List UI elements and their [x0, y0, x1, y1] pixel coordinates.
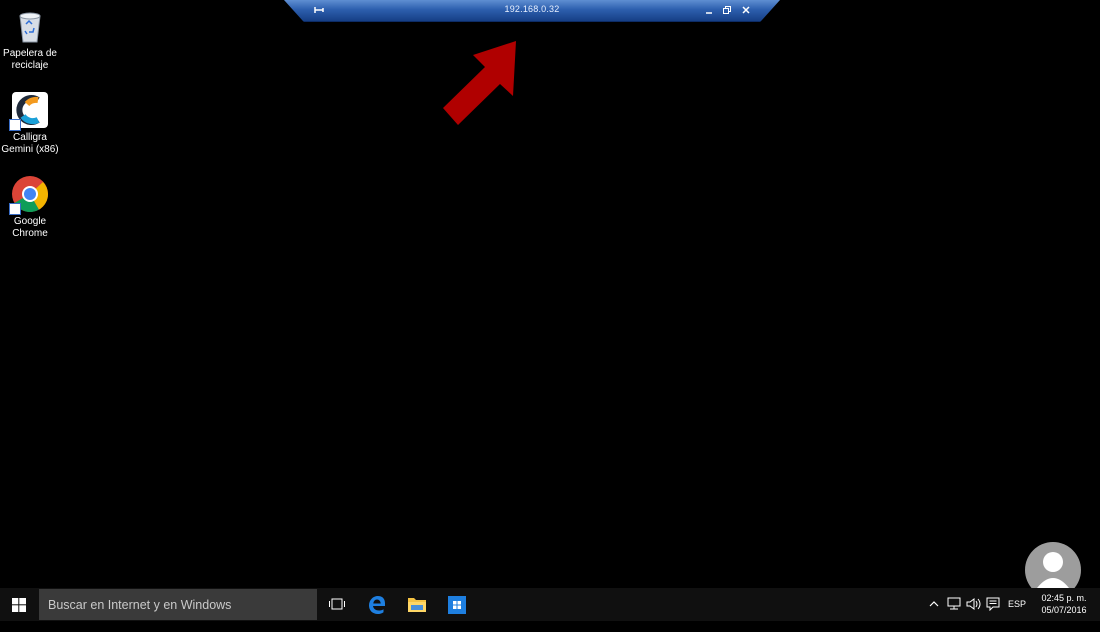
taskbar: Buscar en Internet y en Windows ESP 02:4…: [0, 588, 1100, 621]
desktop-icon-google-chrome[interactable]: Google Chrome: [0, 174, 60, 240]
recycle-bin-icon: [10, 6, 50, 46]
start-button[interactable]: [0, 588, 38, 621]
task-view-button[interactable]: [317, 588, 357, 621]
desktop-icon-label: reciclaje: [11, 60, 49, 71]
desktop-icon-recycle-bin[interactable]: Papelera de reciclaje: [0, 6, 60, 72]
restore-icon[interactable]: [720, 3, 734, 17]
shortcut-arrow-icon: [9, 203, 21, 215]
notifications-icon: [986, 597, 1000, 611]
store-button[interactable]: [437, 588, 477, 621]
search-input[interactable]: Buscar en Internet y en Windows: [39, 589, 317, 620]
calligra-gemini-icon: [9, 90, 50, 131]
windows-logo-icon: [12, 598, 26, 612]
speaker-icon: [966, 598, 981, 610]
action-center-button[interactable]: [986, 597, 1000, 630]
network-button[interactable]: [946, 597, 962, 630]
folder-icon: [408, 598, 426, 612]
edge-icon: [369, 596, 385, 614]
clock-date: 05/07/2016: [1041, 605, 1087, 615]
file-explorer-button[interactable]: [397, 588, 437, 621]
input-language-indicator[interactable]: ESP: [1008, 599, 1026, 609]
store-icon: [448, 596, 466, 614]
show-hidden-icons-button[interactable]: [928, 599, 940, 632]
close-icon[interactable]: [739, 3, 753, 17]
network-icon: [947, 597, 961, 610]
desktop-icon-label: Chrome: [12, 228, 48, 239]
desktop-icon-label: Papelera de: [3, 48, 57, 59]
remote-connection-bar: 192.168.0.32: [284, 0, 780, 22]
desktop-icon-label: Calligra: [13, 132, 47, 143]
desktop-icon-label: Gemini (x86): [1, 144, 59, 155]
chevron-up-icon: [929, 601, 939, 607]
desktop-icon-calligra-gemini[interactable]: Calligra Gemini (x86): [0, 90, 60, 156]
clock-time: 02:45 p. m.: [1041, 593, 1087, 603]
shortcut-arrow-icon: [9, 119, 21, 131]
clock[interactable]: 02:45 p. m. 05/07/2016: [1036, 592, 1092, 616]
volume-button[interactable]: [966, 597, 982, 630]
edge-browser-button[interactable]: [357, 588, 397, 621]
desktop-icon-label: Google: [13, 216, 47, 227]
red-arrow-annotation: [440, 38, 520, 128]
minimize-icon[interactable]: [702, 3, 716, 17]
google-chrome-icon: [9, 174, 50, 215]
task-view-icon: [329, 598, 345, 610]
